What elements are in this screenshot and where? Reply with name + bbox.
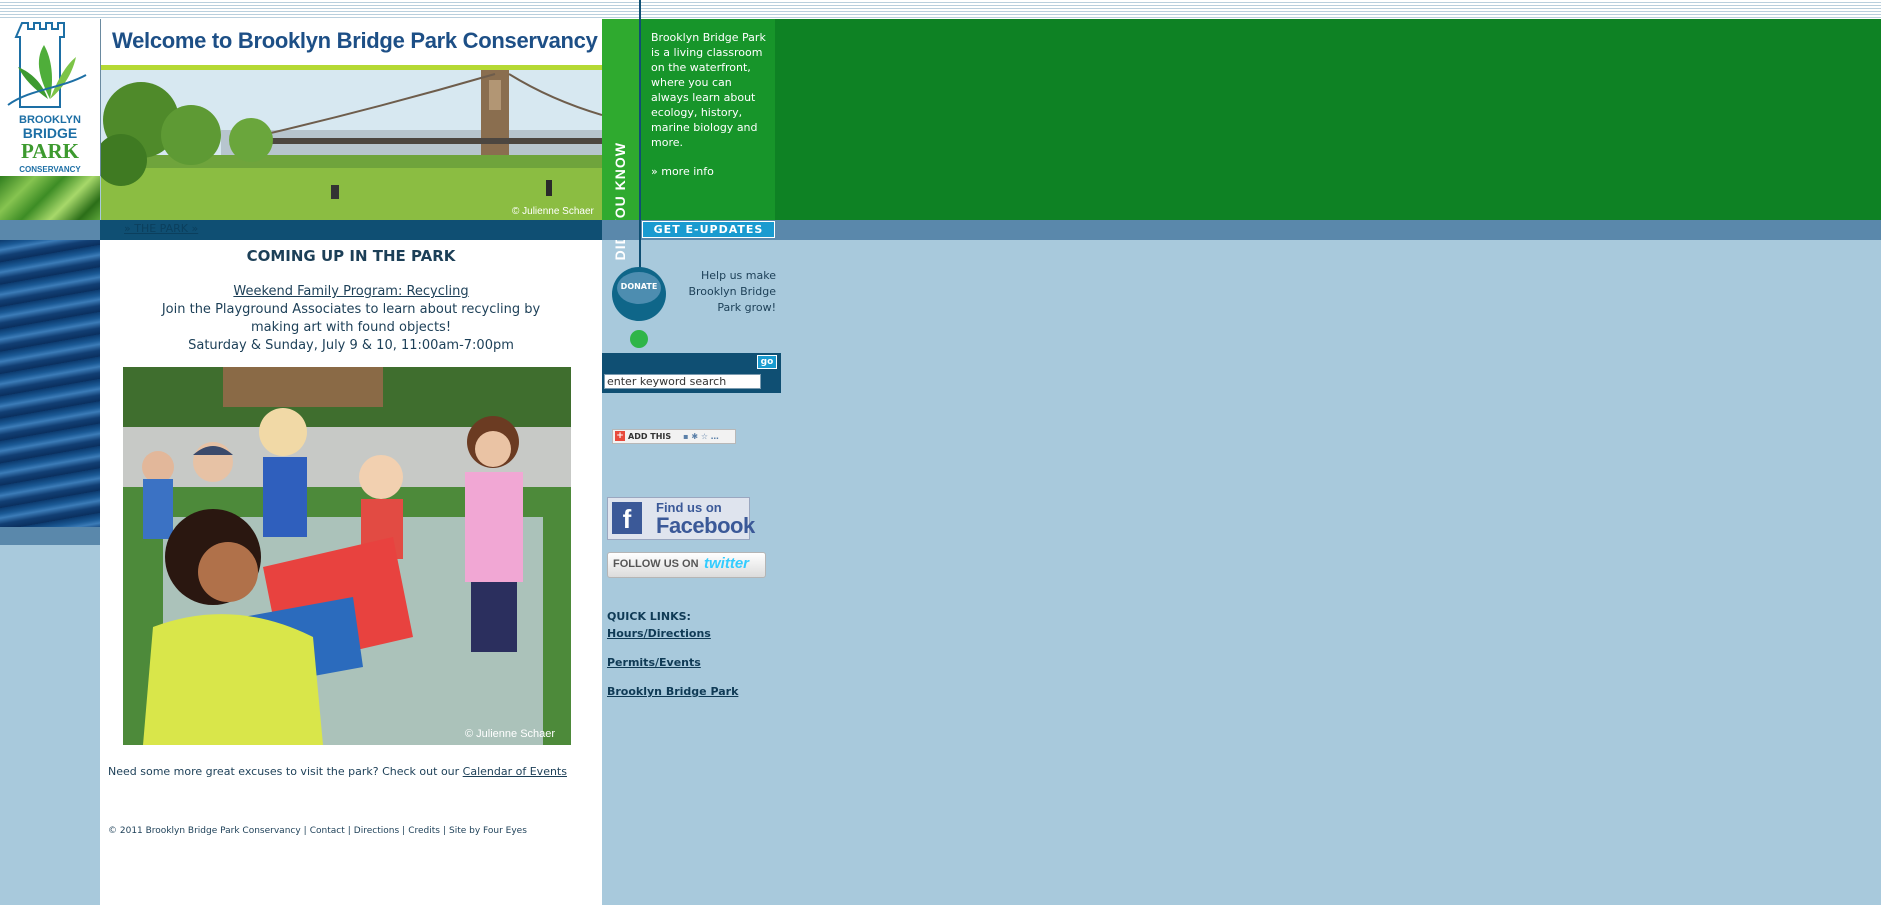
logo-emblem-icon: BROOKLYN BRIDGE PARK CONSERVANCY bbox=[7, 22, 87, 174]
event-date: Saturday & Sunday, July 9 & 10, 11:00am-… bbox=[188, 338, 514, 353]
twitter-wordmark: twitter bbox=[704, 555, 749, 572]
water-strip-divider bbox=[0, 527, 100, 545]
addthis-button[interactable]: + ADD THIS ▪ ✱ ☆ … bbox=[612, 429, 736, 444]
excuses-text: Need some more great excuses to visit th… bbox=[108, 765, 567, 778]
did-you-know-label: DID YOU KNOW bbox=[612, 32, 632, 260]
hero-image bbox=[101, 70, 602, 220]
addthis-label: ADD THIS bbox=[628, 432, 672, 441]
calendar-of-events-link[interactable]: Calendar of Events bbox=[463, 765, 567, 778]
footer: © 2011 Brooklyn Bridge Park Conservancy |… bbox=[108, 826, 527, 836]
footer-link-directions[interactable]: Directions bbox=[354, 826, 399, 836]
logo[interactable]: BROOKLYN BRIDGE PARK CONSERVANCY bbox=[0, 19, 101, 176]
page-title: Welcome to Brooklyn Bridge Park Conserva… bbox=[112, 28, 598, 53]
get-e-updates-button[interactable]: GET E-UPDATES bbox=[642, 221, 775, 238]
excuses-text-label: Need some more great excuses to visit th… bbox=[108, 765, 460, 778]
nav-link-the-park[interactable]: » THE PARK » bbox=[124, 222, 198, 235]
top-stripe-band bbox=[0, 0, 1881, 19]
help-us-text: Help us make Brooklyn Bridge Park grow! bbox=[688, 269, 776, 314]
did-you-know-label-text: DID YOU KNOW bbox=[612, 142, 628, 261]
footer-copyright: © 2011 Brooklyn Bridge Park Conservancy bbox=[108, 826, 301, 836]
donate-label[interactable]: DONATE bbox=[612, 282, 666, 291]
facebook-wordmark: Facebook bbox=[656, 513, 755, 538]
share-services-icon: ▪ ✱ ☆ … bbox=[683, 432, 719, 441]
facebook-icon: f bbox=[612, 502, 642, 534]
event-title-link[interactable]: Weekend Family Program: Recycling bbox=[233, 284, 468, 299]
quick-link-brooklyn-bridge-park[interactable]: Brooklyn Bridge Park bbox=[607, 685, 738, 698]
children-photo-illustration bbox=[123, 367, 571, 745]
event-title: Weekend Family Program: Recycling bbox=[100, 284, 602, 299]
footer-link-site-by[interactable]: Site by Four Eyes bbox=[449, 826, 527, 836]
event-photo bbox=[123, 367, 571, 745]
water-image bbox=[0, 240, 100, 527]
more-info-link[interactable]: » more info bbox=[651, 165, 714, 178]
twitter-follow-text: FOLLOW US ON bbox=[613, 558, 699, 570]
logo-line4: CONSERVANCY bbox=[19, 165, 81, 174]
green-dot-ornament bbox=[630, 330, 648, 348]
logo-line3: PARK bbox=[21, 139, 80, 163]
quick-link-hours-directions[interactable]: Hours/Directions bbox=[607, 627, 711, 640]
event-description: Join the Playground Associates to learn … bbox=[161, 302, 541, 335]
quick-link-permits-events[interactable]: Permits/Events bbox=[607, 656, 701, 669]
vertical-divider-line bbox=[639, 0, 641, 275]
bridge-illustration bbox=[101, 70, 602, 220]
header-green-fill bbox=[775, 19, 1881, 220]
did-you-know-text: Brooklyn Bridge Park is a living classro… bbox=[651, 31, 766, 149]
footer-link-credits[interactable]: Credits bbox=[408, 826, 440, 836]
quick-links-title: QUICK LINKS: bbox=[607, 610, 691, 623]
footer-link-contact[interactable]: Contact bbox=[310, 826, 345, 836]
search-input[interactable] bbox=[604, 374, 761, 389]
coming-up-heading: COMING UP IN THE PARK bbox=[246, 247, 456, 265]
foliage-strip bbox=[0, 176, 100, 220]
plus-icon: + bbox=[615, 431, 625, 441]
photo-credit: © Julienne Schaer bbox=[465, 728, 556, 740]
search-go-button[interactable]: go bbox=[757, 355, 777, 369]
hero-credit: © Julienne Schaer bbox=[512, 206, 594, 217]
